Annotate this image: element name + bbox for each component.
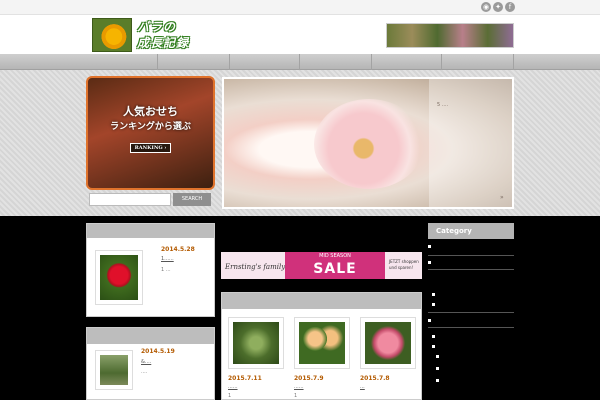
category-sidebar: Category (428, 223, 514, 400)
peach-roses-image (299, 322, 345, 364)
nav-item[interactable] (158, 54, 230, 70)
ranking-button[interactable]: RANKING › (129, 143, 172, 153)
post-thumbnail[interactable] (294, 317, 350, 369)
widget-header (222, 293, 421, 309)
logo-line-1: バラの (137, 20, 177, 34)
osechi-promo-banner[interactable]: 人気おせち ランキングから選ぶ RANKING › (86, 76, 215, 190)
category-item[interactable] (432, 335, 435, 338)
ad-tagline: JETZT shoppen und sparen! (389, 259, 419, 271)
logo-rose-image[interactable] (92, 18, 132, 52)
category-item[interactable] (436, 355, 439, 358)
category-item[interactable] (428, 319, 431, 322)
slide-next-arrow[interactable]: » (500, 194, 504, 201)
header-banner-image[interactable] (386, 23, 514, 48)
post-date: 2015.7.9 (294, 375, 324, 382)
category-item[interactable] (436, 379, 439, 382)
post-excerpt: 1 (228, 393, 232, 399)
rss-icon[interactable]: ◉ (481, 2, 491, 12)
pink-rose-image (365, 322, 411, 364)
post-excerpt: 1 (294, 393, 298, 399)
post-widget-1: 2014.5.28 1...... 1 ... (86, 223, 215, 317)
promo-title: 人気おせち (123, 105, 178, 118)
red-rose-image (100, 255, 138, 300)
post-thumbnail[interactable] (95, 350, 133, 390)
ad-sale-text: SALE (313, 261, 357, 277)
post-thumbnail[interactable] (95, 250, 143, 305)
post-thumbnail[interactable] (228, 317, 284, 369)
post-date: 2015.7.11 (228, 375, 262, 382)
divider (428, 327, 514, 328)
category-item[interactable] (432, 293, 435, 296)
ad-brand: Ernsting's family (225, 263, 286, 271)
post-grid-widget: 2015.7.11 ...... 1 2015.7.9 ...... 1 201… (221, 292, 422, 400)
ad-sale-band: MID SEASON SALE (285, 252, 385, 279)
slide-caption: 5 .... (437, 102, 449, 108)
top-bar: ◉ ✦ f (0, 0, 600, 14)
post-title[interactable]: ... (360, 384, 365, 390)
category-item[interactable] (436, 367, 439, 370)
promo-subtitle: ランキングから選ぶ (110, 122, 191, 132)
category-item[interactable] (432, 345, 435, 348)
post-excerpt: .... (141, 369, 148, 375)
post-title[interactable]: 1...... (161, 256, 174, 262)
main-nav (0, 54, 600, 70)
slide-caption-panel (429, 79, 512, 207)
ad-banner[interactable]: Ernsting's family MID SEASON SALE JETZT … (221, 252, 422, 279)
category-title: Category (428, 223, 514, 239)
site-header: バラの 成長記録 (0, 14, 600, 54)
green-foliage-image (233, 322, 279, 364)
post-title[interactable]: ...... (294, 384, 304, 390)
category-item[interactable] (428, 245, 431, 248)
facebook-icon[interactable]: f (505, 2, 515, 12)
post-excerpt: 1 ... (161, 267, 171, 273)
nav-item[interactable] (442, 54, 514, 70)
nav-item[interactable] (300, 54, 372, 70)
ad-tagline-line2: und sparen! (389, 265, 414, 270)
category-item[interactable] (428, 261, 431, 264)
search-input[interactable] (89, 193, 171, 206)
twitter-icon[interactable]: ✦ (493, 2, 503, 12)
logo-line-2: 成長記録 (137, 36, 190, 50)
post-title[interactable]: &.... (141, 359, 151, 365)
ad-mid-season: MID SEASON (319, 253, 351, 259)
divider (428, 269, 514, 270)
divider (428, 312, 514, 313)
widget-header (87, 328, 214, 344)
nav-item[interactable] (230, 54, 300, 70)
post-date: 2015.7.8 (360, 375, 390, 382)
post-title[interactable]: ...... (228, 384, 238, 390)
post-thumbnail[interactable] (360, 317, 416, 369)
divider (428, 255, 514, 256)
search-button[interactable]: SEARCH (173, 193, 211, 206)
widget-header (87, 224, 214, 238)
featured-slider[interactable]: 5 .... » (222, 77, 514, 209)
category-item[interactable] (432, 303, 435, 306)
garden-image (100, 355, 128, 385)
slide-rose-image (314, 99, 424, 189)
nav-item[interactable] (86, 54, 158, 70)
nav-item[interactable] (372, 54, 442, 70)
site-logo[interactable]: バラの 成長記録 (137, 19, 189, 51)
post-date: 2014.5.28 (161, 246, 195, 253)
post-widget-2: 2014.5.19 &.... .... (86, 327, 215, 400)
post-date: 2014.5.19 (141, 348, 175, 355)
